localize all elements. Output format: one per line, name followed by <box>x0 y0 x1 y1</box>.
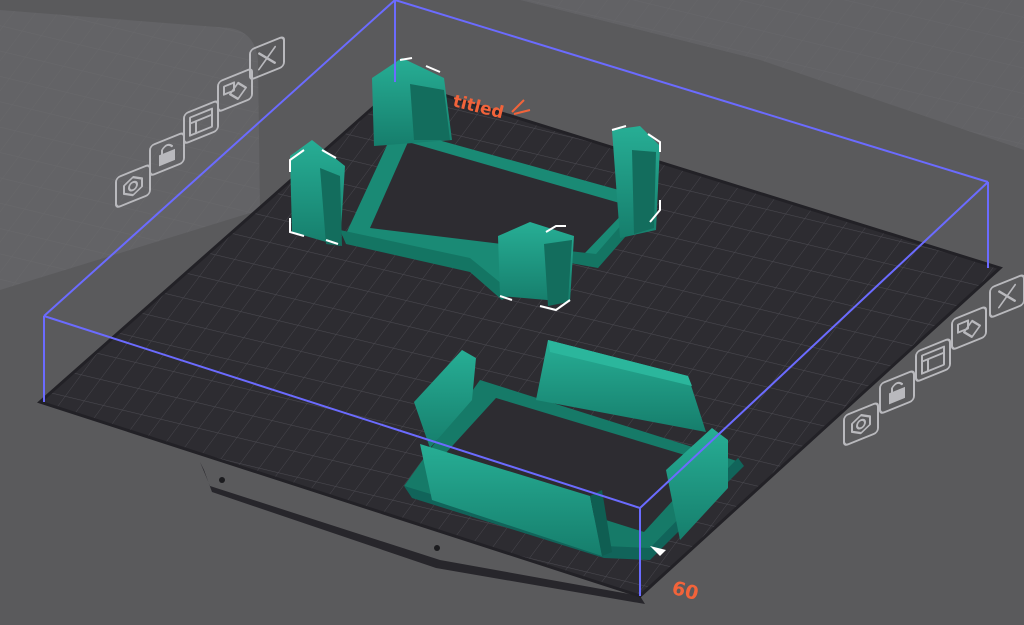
close-icon[interactable] <box>989 274 1024 318</box>
background-plate-right <box>520 0 1024 150</box>
lock-icon[interactable] <box>879 370 915 414</box>
scene-canvas[interactable]: titled 09 <box>0 0 1024 625</box>
edit-name-icon[interactable] <box>511 99 531 115</box>
3d-viewport[interactable]: titled 09 <box>0 0 1024 625</box>
gear-icon[interactable] <box>843 402 879 446</box>
plate-settings-icon[interactable] <box>915 338 951 382</box>
plate-number-label: 09 <box>670 575 701 603</box>
auto-arrange-icon[interactable] <box>951 306 987 350</box>
